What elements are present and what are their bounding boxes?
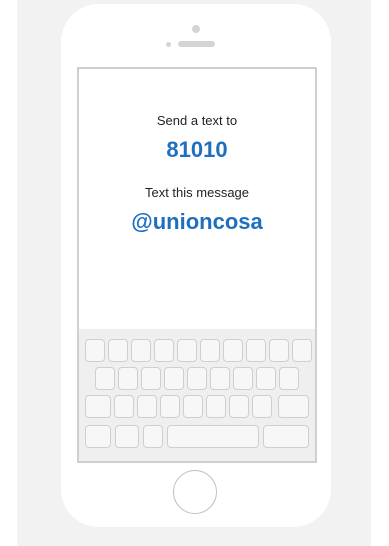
keyboard-key xyxy=(279,367,299,390)
keyboard-key xyxy=(233,367,253,390)
keyboard-globe-key xyxy=(115,425,139,448)
keyboard-key xyxy=(137,395,157,418)
keyboard-illustration xyxy=(79,329,315,461)
keyboard-space-key xyxy=(167,425,259,448)
text-message-label: Text this message xyxy=(144,185,250,200)
keyboard-key xyxy=(223,339,243,362)
keyboard-key xyxy=(114,395,134,418)
keyboard-key xyxy=(118,367,138,390)
keyboard-key xyxy=(269,339,289,362)
keyboard-key xyxy=(210,367,230,390)
camera-dot-icon xyxy=(192,25,200,33)
keyboard-key xyxy=(246,339,266,362)
keyboard-key xyxy=(256,367,276,390)
keyboard-key xyxy=(85,339,105,362)
phone-illustration: Send a text to 81010 Text this message @… xyxy=(61,4,331,527)
keyboard-key xyxy=(131,339,151,362)
keyboard-key xyxy=(206,395,226,418)
sms-keyword: @unioncosa xyxy=(131,209,263,234)
home-button-icon xyxy=(173,470,217,514)
keyboard-key xyxy=(154,339,174,362)
keyboard-key xyxy=(164,367,184,390)
keyboard-backspace-key xyxy=(278,395,309,418)
keyboard-key xyxy=(108,339,128,362)
phone-screen: Send a text to 81010 Text this message @… xyxy=(77,67,317,463)
keyboard-key xyxy=(292,339,312,362)
send-text-label: Send a text to xyxy=(156,113,238,128)
sensor-dot-icon xyxy=(166,42,171,47)
keyboard-key xyxy=(160,395,180,418)
keyboard-shift-key xyxy=(85,395,111,418)
keyboard-key xyxy=(177,339,197,362)
keyboard-numbers-key xyxy=(85,425,111,448)
sms-shortcode: 81010 xyxy=(166,137,228,162)
keyboard-return-key xyxy=(263,425,309,448)
keyboard-key xyxy=(187,367,207,390)
sms-instructions: Send a text to 81010 Text this message @… xyxy=(79,69,315,329)
illustration-canvas: Send a text to 81010 Text this message @… xyxy=(0,0,389,546)
keyboard-key xyxy=(95,367,115,390)
keyboard-key xyxy=(229,395,249,418)
keyboard-mic-key xyxy=(143,425,163,448)
keyboard-key xyxy=(141,367,161,390)
speaker-grille-icon xyxy=(178,41,215,47)
keyboard-key xyxy=(252,395,272,418)
keyboard-key xyxy=(200,339,220,362)
keyboard-key xyxy=(183,395,203,418)
